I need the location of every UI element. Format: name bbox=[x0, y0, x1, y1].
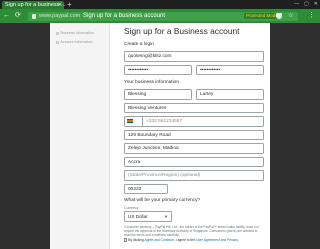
city-field[interactable]: Accra bbox=[124, 156, 264, 167]
email-field[interactable]: quotesng@blitz.com bbox=[124, 51, 264, 62]
currency-question: What will be your primary currency? bbox=[124, 198, 201, 203]
chevron-down-icon: ▼ bbox=[164, 214, 168, 219]
confirm-password-field[interactable]: •••••••••••• bbox=[196, 64, 264, 75]
ghana-flag-icon bbox=[127, 118, 133, 123]
region-field[interactable]: (State/Province/Region) (optional) bbox=[124, 170, 264, 181]
new-tab-icon[interactable]: + bbox=[67, 0, 72, 9]
back-icon[interactable]: ← bbox=[3, 11, 10, 21]
last-name-field[interactable]: Lartey bbox=[196, 89, 264, 100]
address-line2-field[interactable]: Zeleje Junction, Madina bbox=[124, 143, 264, 154]
tab-bar: Sign up for a business ... ✕ + — ▢ ✕ bbox=[0, 0, 320, 9]
step-dot-icon bbox=[56, 40, 59, 44]
password-field[interactable]: •••••••••••• bbox=[124, 64, 192, 75]
address-bar: ← ⟳ www.paypal.com Sign up for a busines… bbox=[0, 9, 320, 23]
browser-tab[interactable]: Sign up for a business ... ✕ bbox=[2, 1, 66, 9]
shield-icon[interactable] bbox=[276, 13, 282, 19]
protected-mode-badge[interactable]: Protected Mode bbox=[244, 13, 280, 19]
address-line1-field[interactable]: 129 Boundary Road bbox=[124, 129, 264, 140]
agreement-line: By clicking Agree and Continue, I agree … bbox=[124, 238, 264, 242]
country-code-select[interactable] bbox=[124, 116, 142, 127]
url-field[interactable]: www.paypal.com Sign up for a business ac… bbox=[28, 11, 298, 21]
business-name-field[interactable]: Blessing Ventures bbox=[124, 102, 264, 113]
phone-field[interactable]: +233 551234567 bbox=[142, 116, 264, 127]
first-name-field[interactable]: Blessing bbox=[124, 89, 192, 100]
agree-checkbox[interactable] bbox=[124, 238, 128, 242]
agree-continue-link[interactable]: Agree and Continue bbox=[145, 238, 174, 242]
close-icon[interactable]: ✕ bbox=[58, 1, 62, 9]
window-close-icon[interactable]: ✕ bbox=[314, 0, 318, 9]
minimize-icon[interactable]: — bbox=[294, 0, 299, 9]
maximize-icon[interactable]: ▢ bbox=[304, 0, 309, 9]
star-icon[interactable]: ☆ bbox=[288, 12, 293, 21]
consumer-advisory: Consumer advisory – PayPal Pte. Ltd., th… bbox=[124, 224, 259, 237]
url-domain: www.paypal.com bbox=[39, 12, 81, 19]
menu-icon[interactable]: ⋮ bbox=[308, 11, 315, 21]
step-dot-icon bbox=[56, 31, 59, 35]
currency-select[interactable]: US Dollar ▼ bbox=[124, 211, 172, 222]
refresh-icon[interactable]: ⟳ bbox=[15, 11, 21, 21]
step-account-info: Account Information bbox=[56, 40, 108, 45]
page-title-in-addressbar: Sign up for a business account bbox=[83, 12, 166, 19]
content-panel: Business Information Account Information… bbox=[50, 23, 270, 249]
postal-code-field[interactable]: 00233 bbox=[124, 183, 168, 194]
form-heading: Sign up for a Business account bbox=[124, 26, 240, 36]
lock-icon bbox=[32, 13, 36, 19]
step-business-info: Business Information bbox=[56, 31, 108, 36]
user-agreement-link[interactable]: User Agreement and Privacy bbox=[196, 238, 238, 242]
signup-form: Sign up for a Business account Create a … bbox=[124, 25, 264, 242]
tab-title: Sign up for a business ... bbox=[5, 2, 66, 8]
login-section-label: Create a login bbox=[124, 42, 154, 47]
page: Business Information Account Information… bbox=[0, 23, 320, 249]
window-controls: — ▢ ✕ bbox=[294, 0, 318, 9]
steps-sidebar: Business Information Account Information bbox=[50, 23, 110, 249]
currency-value: US Dollar bbox=[128, 214, 148, 219]
